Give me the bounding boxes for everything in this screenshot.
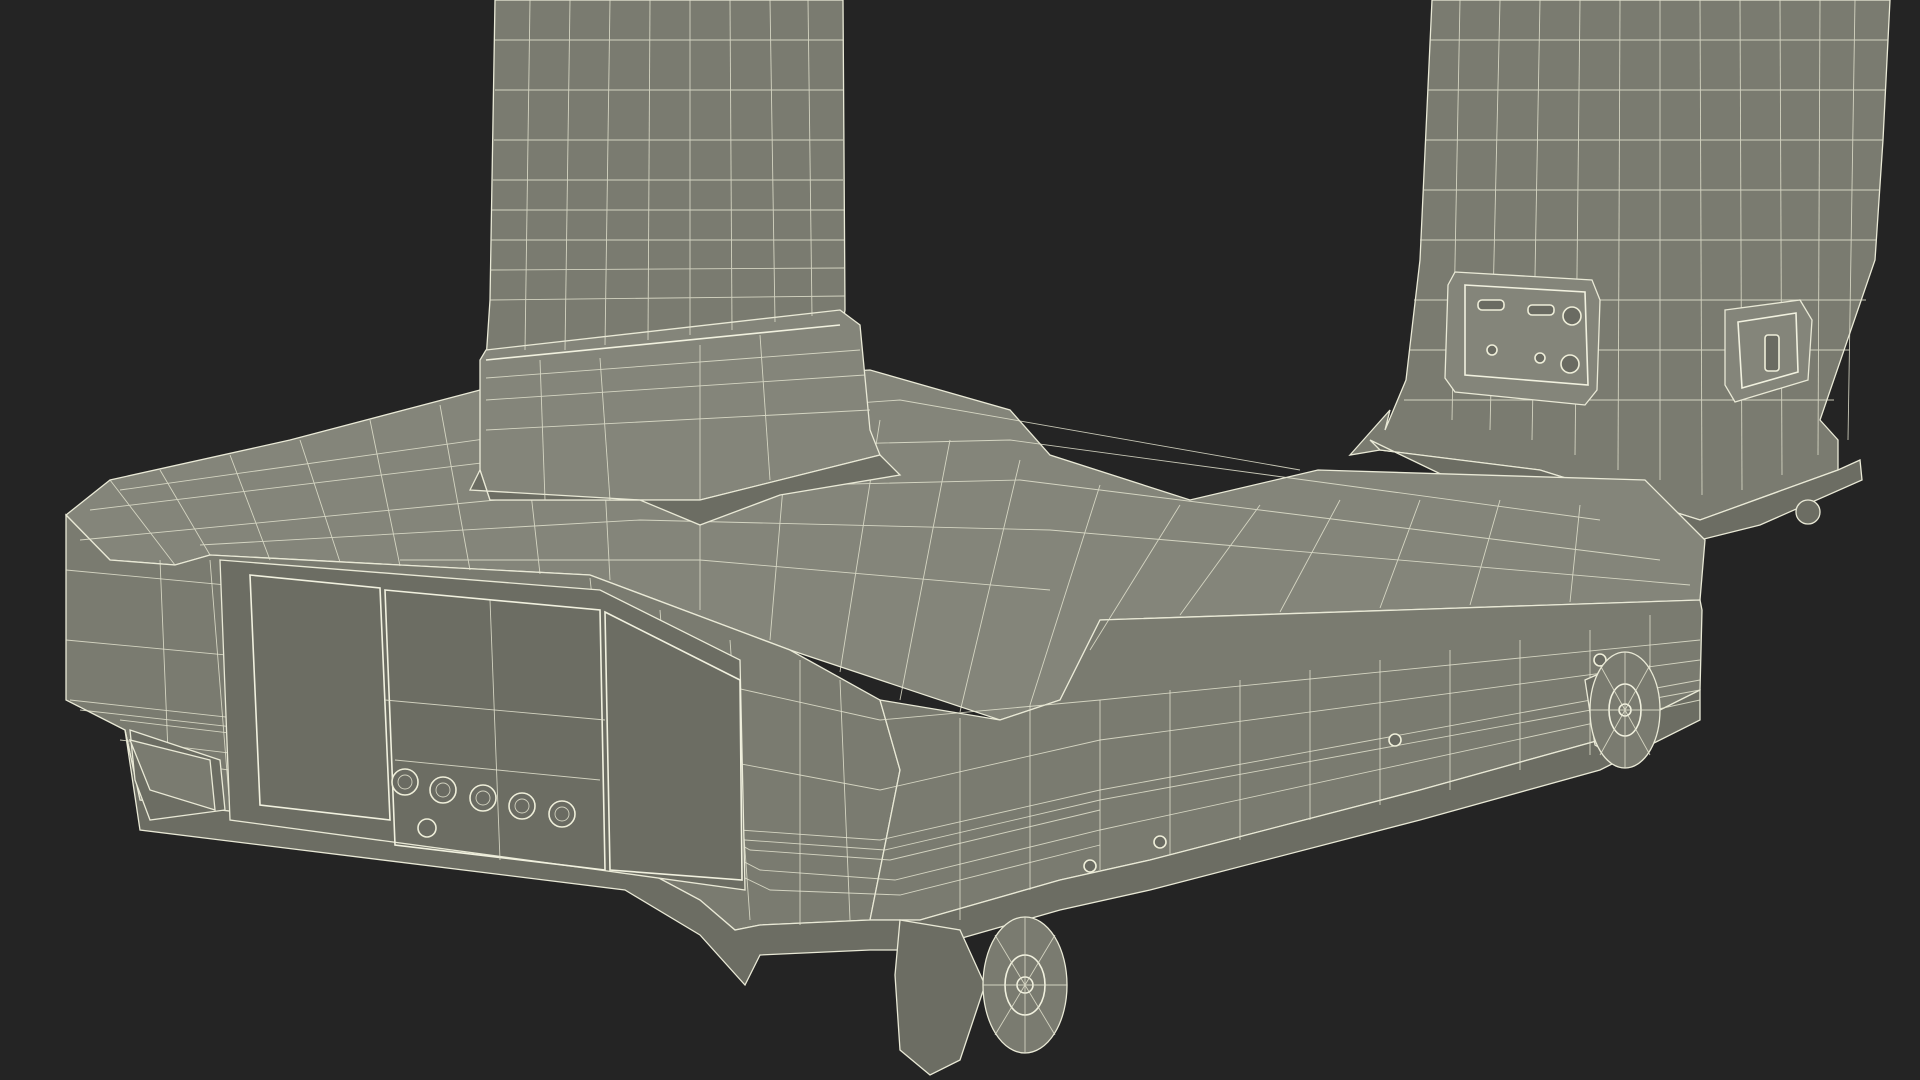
wireframe-render-scene (65, 0, 1891, 1076)
right-pillar (1348, 0, 1891, 541)
rear-port-panel (1444, 271, 1601, 406)
left-column (468, 0, 902, 526)
front-caster-center (894, 916, 1068, 1076)
right-caster (1795, 499, 1821, 525)
